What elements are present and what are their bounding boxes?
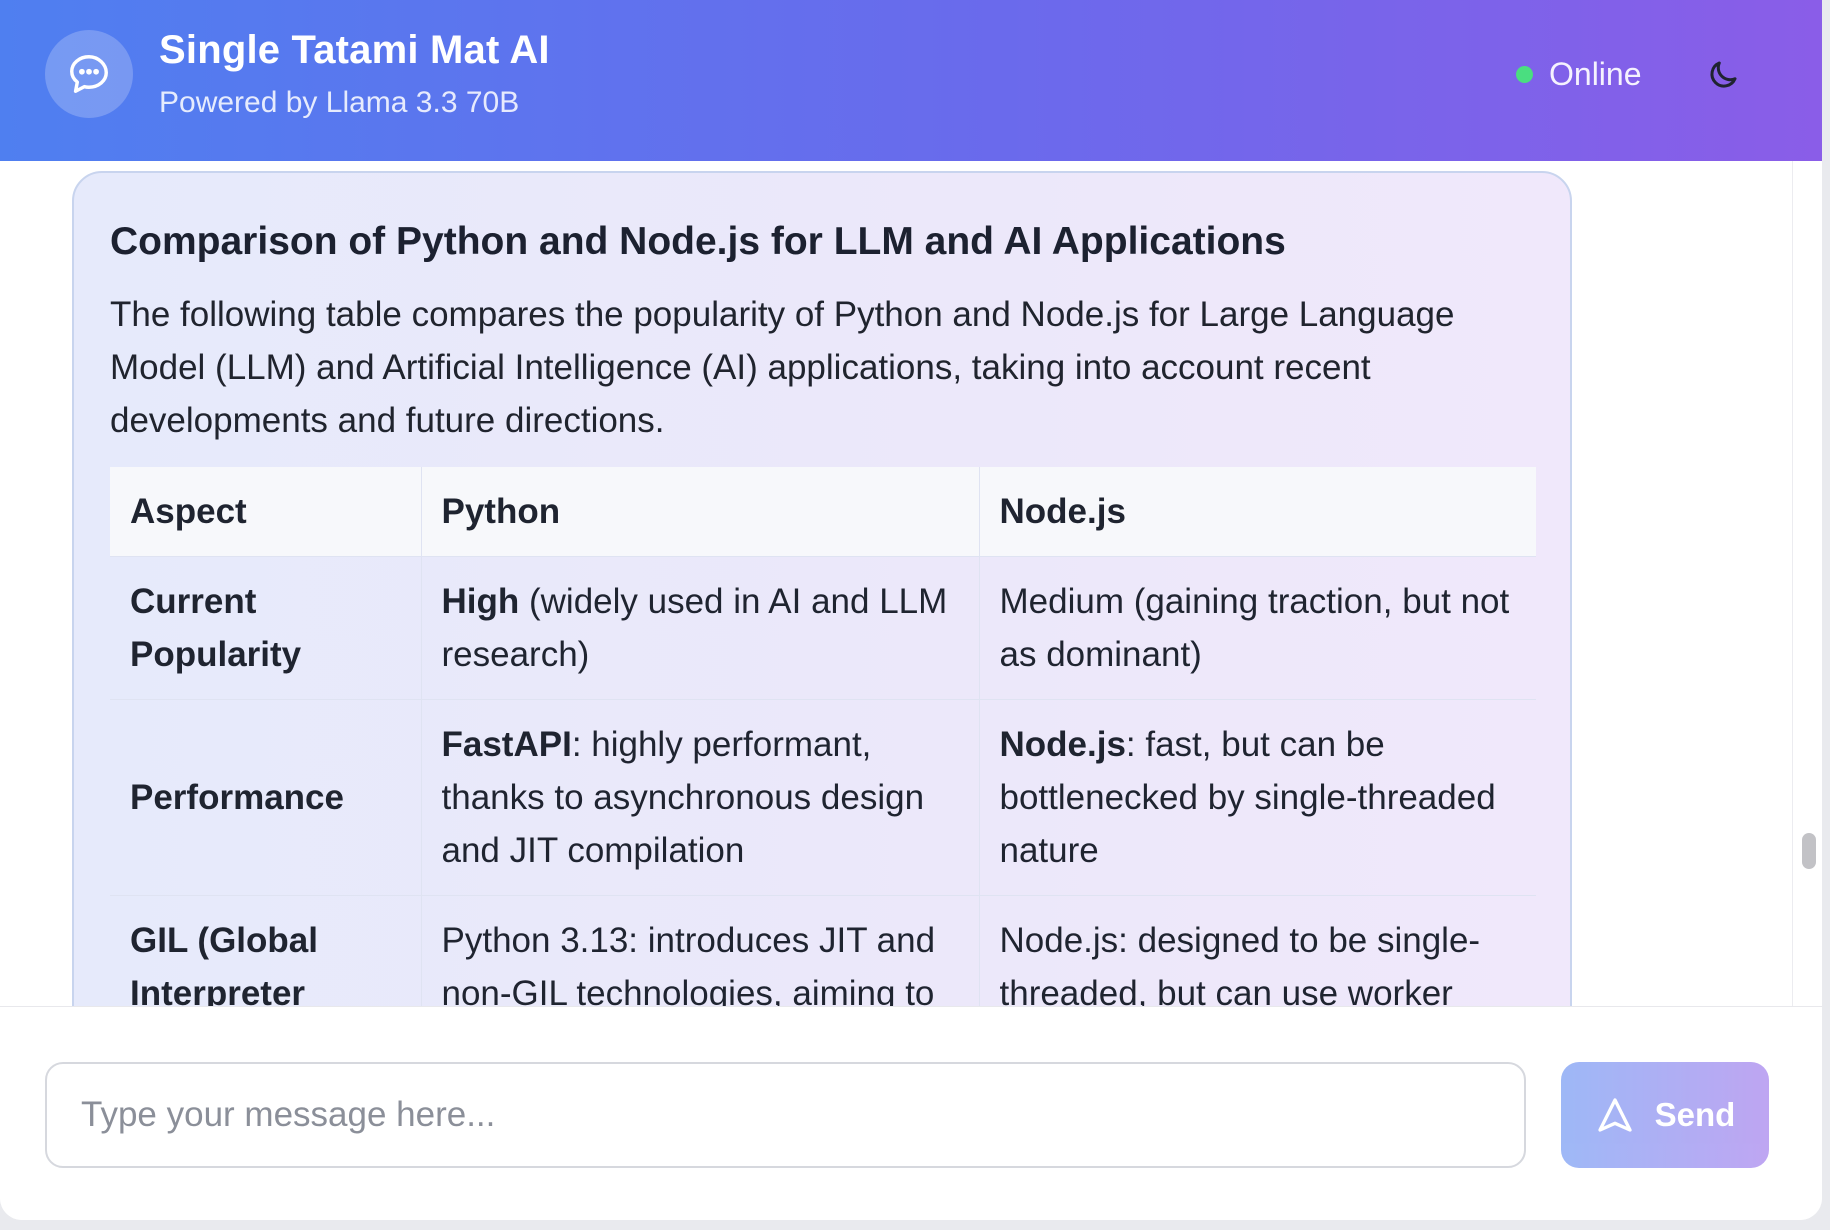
chat-scrollbar[interactable]	[1792, 161, 1822, 1006]
aspect-cell: Current Popularity	[110, 556, 422, 701]
node-cell: Node.js: fast, but can be bottlenecked b…	[979, 699, 1536, 897]
composer-bar: Send	[0, 1006, 1822, 1220]
table-row: GIL (Global Interpreter Python 3.13: int…	[110, 895, 1536, 1006]
message-intro: The following table compares the popular…	[110, 294, 1455, 440]
table-header-cell: Aspect	[110, 466, 422, 558]
chat-app: Single Tatami Mat AI Powered by Llama 3.…	[0, 0, 1822, 1220]
python-cell: FastAPI: highly performant, thanks to as…	[421, 699, 980, 897]
python-cell-text: Python 3.13: introduces JIT and non-GIL …	[441, 921, 936, 1006]
theme-toggle-button[interactable]	[1700, 52, 1746, 98]
send-icon	[1597, 1098, 1632, 1132]
app-subtitle: Powered by Llama 3.3 70B	[159, 86, 520, 119]
assistant-message: Comparison of Python and Node.js for LLM…	[72, 171, 1572, 1006]
node-cell: Medium (gaining traction, but not as dom…	[979, 556, 1536, 701]
send-label: Send	[1654, 1096, 1736, 1133]
python-cell: High (widely used in AI and LLM research…	[421, 556, 980, 701]
scrollbar-thumb[interactable]	[1802, 833, 1816, 869]
app-title: Single Tatami Mat AI	[159, 28, 550, 72]
aspect-cell: GIL (Global Interpreter	[110, 895, 422, 1006]
status-dot-icon	[1516, 66, 1533, 83]
chat-bubble-icon	[45, 30, 133, 118]
status-label: Online	[1549, 56, 1642, 92]
table-row: Performance FastAPI: highly performant, …	[110, 699, 1536, 897]
comparison-table: Aspect Python Node.js Current Popularity…	[110, 466, 1536, 1006]
table-header-cell: Node.js	[979, 466, 1536, 558]
table-header-cell: Python	[421, 466, 980, 558]
node-cell-bold: Node.js	[999, 725, 1126, 765]
python-cell-bold: FastAPI	[441, 725, 572, 765]
node-cell-text: Medium (gaining traction, but not as dom…	[999, 582, 1510, 675]
node-cell: Node.js: designed to be single-threaded,…	[979, 895, 1536, 1006]
aspect-cell: Performance	[110, 699, 422, 897]
python-cell: Python 3.13: introduces JIT and non-GIL …	[421, 895, 980, 1006]
status-indicator: Online	[1516, 56, 1642, 93]
moon-icon	[1710, 61, 1737, 88]
message-heading: Comparison of Python and Node.js for LLM…	[110, 220, 1286, 263]
chat-messages[interactable]: Comparison of Python and Node.js for LLM…	[0, 161, 1792, 1006]
table-header-row: Aspect Python Node.js	[110, 466, 1536, 558]
node-cell-text: Node.js: designed to be single-threaded,…	[999, 921, 1481, 1006]
app-header: Single Tatami Mat AI Powered by Llama 3.…	[0, 0, 1822, 161]
message-input[interactable]	[45, 1062, 1526, 1168]
table-row: Current Popularity High (widely used in …	[110, 556, 1536, 701]
python-cell-bold: High	[441, 582, 520, 622]
send-button[interactable]: Send	[1561, 1062, 1769, 1168]
